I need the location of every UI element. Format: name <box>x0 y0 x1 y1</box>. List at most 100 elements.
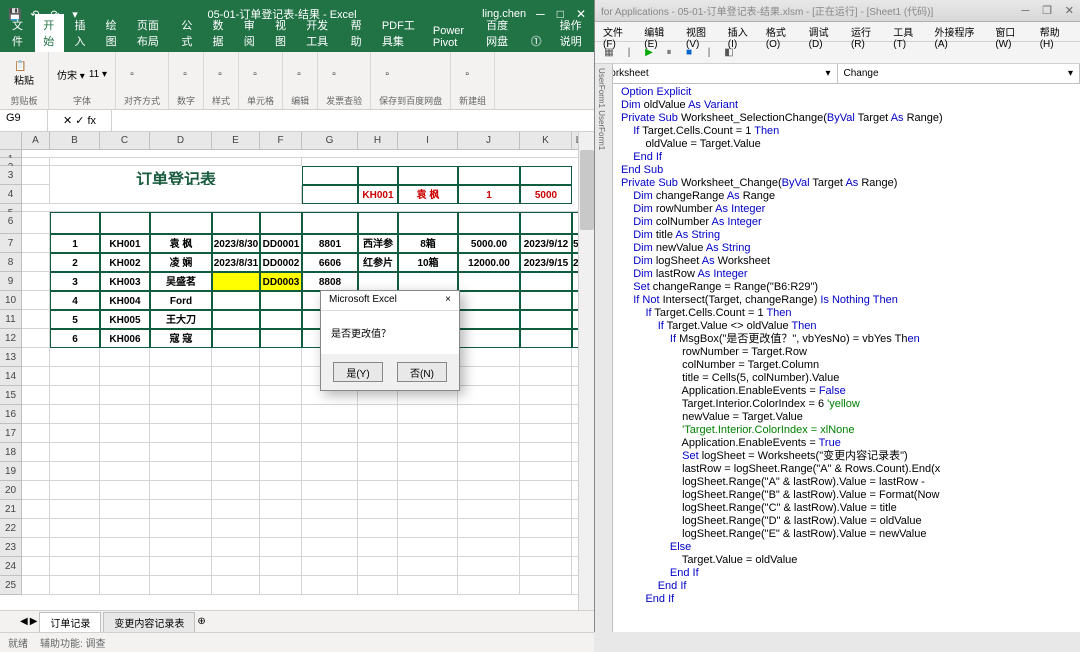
cell[interactable] <box>100 481 150 500</box>
cell[interactable]: 红参片 <box>358 253 398 272</box>
cell[interactable]: 订单总金 <box>520 166 572 185</box>
cell[interactable] <box>212 424 260 443</box>
code-line[interactable]: Dim newValue As String <box>621 242 1072 255</box>
cell[interactable] <box>458 329 520 348</box>
vbe-design-icon[interactable]: ◧ <box>721 45 737 61</box>
cell[interactable] <box>150 405 212 424</box>
new-sheet-icon[interactable]: ⊕ <box>197 616 205 627</box>
cell[interactable] <box>100 424 150 443</box>
cell[interactable] <box>398 462 458 481</box>
cell[interactable] <box>212 481 260 500</box>
cell[interactable] <box>458 291 520 310</box>
cell[interactable]: 西洋参 <box>358 234 398 253</box>
cell[interactable] <box>150 367 212 386</box>
cell[interactable] <box>260 329 302 348</box>
cell[interactable] <box>398 538 458 557</box>
ribbon-tab-6[interactable]: 数据 <box>205 14 234 52</box>
cell[interactable] <box>520 367 572 386</box>
cell[interactable]: 2023/9/12 <box>520 234 572 253</box>
code-line[interactable]: rowNumber = Target.Row <box>621 346 1072 359</box>
cell[interactable] <box>212 462 260 481</box>
cell[interactable] <box>458 405 520 424</box>
code-line[interactable]: Dim rowNumber As Integer <box>621 203 1072 216</box>
ribbon-tab-1[interactable]: 开始 <box>35 14 64 52</box>
cell[interactable]: 序号 <box>50 212 100 234</box>
cell[interactable] <box>520 462 572 481</box>
row-header[interactable]: 3 <box>0 166 22 185</box>
cell[interactable] <box>520 348 572 367</box>
cell[interactable] <box>358 462 398 481</box>
vbe-menu-item-7[interactable]: 工具(T) <box>893 24 924 39</box>
row-header[interactable]: 16 <box>0 405 22 424</box>
spreadsheet-grid[interactable]: ABCDEFGHIJKL 123订单登记表客户查询客户编号客户订单笔数订单总金4… <box>0 132 594 610</box>
cell[interactable] <box>458 500 520 519</box>
ribbon-tab-14[interactable]: ⓵ <box>523 30 550 52</box>
cell[interactable]: DD0002 <box>260 253 302 272</box>
cell[interactable] <box>260 576 302 595</box>
cell[interactable]: 5 <box>50 310 100 329</box>
cell[interactable] <box>398 443 458 462</box>
col-header-F[interactable]: F <box>260 132 302 149</box>
cell[interactable] <box>150 481 212 500</box>
cell[interactable] <box>520 519 572 538</box>
cell[interactable] <box>212 348 260 367</box>
cell[interactable] <box>458 386 520 405</box>
sheet-tab-orders[interactable]: 订单记录 <box>39 612 101 632</box>
cell[interactable] <box>358 557 398 576</box>
name-box[interactable]: G9 <box>0 110 48 131</box>
cell[interactable] <box>22 329 50 348</box>
ribbon-tab-3[interactable]: 绘图 <box>98 14 127 52</box>
row-header[interactable]: 4 <box>0 185 22 204</box>
cell[interactable] <box>358 443 398 462</box>
vbe-restore-button[interactable]: ❐ <box>1042 5 1052 17</box>
ribbon-btn[interactable]: ▫ <box>459 66 475 82</box>
code-line[interactable]: Private Sub Worksheet_Change(ByVal Targe… <box>621 177 1072 190</box>
cell[interactable] <box>50 519 100 538</box>
cell[interactable] <box>260 291 302 310</box>
vbe-run-icon[interactable]: ▶ <box>641 45 657 61</box>
code-line[interactable]: If Target.Value <> oldValue Then <box>621 320 1072 333</box>
cell[interactable] <box>302 481 358 500</box>
code-line[interactable]: Private Sub Worksheet_SelectionChange(By… <box>621 112 1072 125</box>
cell[interactable]: 5000.00 <box>458 234 520 253</box>
vbe-menu-item-4[interactable]: 格式(O) <box>766 24 799 39</box>
cell[interactable] <box>100 576 150 595</box>
cell[interactable] <box>22 538 50 557</box>
cell[interactable]: 5000 <box>520 185 572 204</box>
col-header-J[interactable]: J <box>458 132 520 149</box>
ribbon-tab-12[interactable]: Power Pivot <box>425 22 476 52</box>
code-line[interactable]: End If <box>621 151 1072 164</box>
cell[interactable]: 1 <box>50 234 100 253</box>
sheet-nav-prev-icon[interactable]: ◀ <box>20 616 28 627</box>
fx-buttons[interactable]: ✕ ✓ fx <box>48 110 112 131</box>
cell[interactable] <box>398 500 458 519</box>
vbe-menu-item-10[interactable]: 帮助(H) <box>1040 24 1072 39</box>
scrollbar-thumb[interactable] <box>580 150 594 230</box>
cell[interactable]: 凌 娴 <box>150 253 212 272</box>
cell[interactable] <box>22 481 50 500</box>
vbe-menu-item-3[interactable]: 插入(I) <box>728 24 756 39</box>
cell[interactable] <box>520 272 572 291</box>
cell[interactable] <box>100 462 150 481</box>
cell[interactable] <box>358 272 398 291</box>
cell[interactable]: KH002 <box>100 253 150 272</box>
cell[interactable] <box>212 405 260 424</box>
row-header[interactable]: 9 <box>0 272 22 291</box>
col-header-H[interactable]: H <box>358 132 398 149</box>
code-line[interactable]: End If <box>621 593 1072 606</box>
cell[interactable] <box>458 272 520 291</box>
cell[interactable]: 2023/8/31 <box>212 253 260 272</box>
code-line[interactable]: logSheet.Range("D" & lastRow).Value = ol… <box>621 515 1072 528</box>
msgbox-yes-button[interactable]: 是(Y) <box>333 362 383 382</box>
cell[interactable] <box>212 367 260 386</box>
sheet-nav-next-icon[interactable]: ▶ <box>30 616 38 627</box>
code-line[interactable]: Application.EnableEvents = False <box>621 385 1072 398</box>
code-line[interactable]: Dim logSheet As Worksheet <box>621 255 1072 268</box>
code-line[interactable]: Option Explicit <box>621 86 1072 99</box>
cell[interactable] <box>50 185 302 204</box>
cell[interactable]: 袁 枫 <box>398 185 458 204</box>
cell[interactable] <box>260 424 302 443</box>
cell[interactable] <box>260 367 302 386</box>
cell[interactable] <box>398 481 458 500</box>
row-header[interactable]: 18 <box>0 443 22 462</box>
